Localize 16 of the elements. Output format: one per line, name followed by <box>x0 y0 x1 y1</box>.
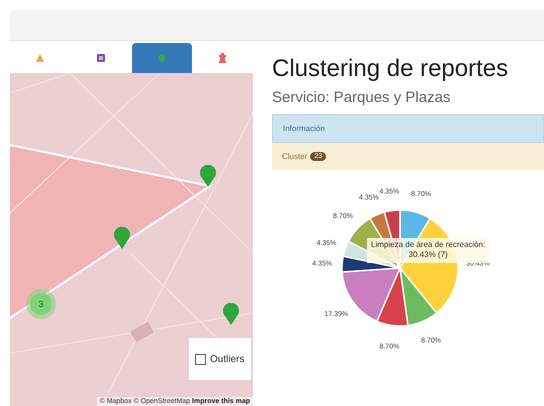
outliers-label: Outliers <box>210 354 244 364</box>
cone-icon <box>36 54 44 62</box>
dot-icon <box>158 54 165 62</box>
map-pin-icon[interactable] <box>223 303 239 325</box>
page-subtitle: Servicio: Parques y Plazas <box>272 89 452 106</box>
cluster-label: Cluster <box>282 152 308 161</box>
map-pin-icon[interactable] <box>200 165 216 187</box>
square-icon <box>97 54 106 62</box>
hydrant-icon <box>219 53 226 63</box>
tooltip-text: 30.43% (7) <box>408 250 449 261</box>
map-pin-icon[interactable] <box>114 227 130 249</box>
cluster-marker[interactable]: 3 <box>30 293 52 315</box>
tooltip-text: Limpieza de área de recreación: <box>371 240 486 250</box>
page-title: Clustering de reportes <box>272 55 510 83</box>
outliers-checkbox[interactable]: Outliers <box>189 338 251 380</box>
info-bar: Información <box>272 114 544 143</box>
